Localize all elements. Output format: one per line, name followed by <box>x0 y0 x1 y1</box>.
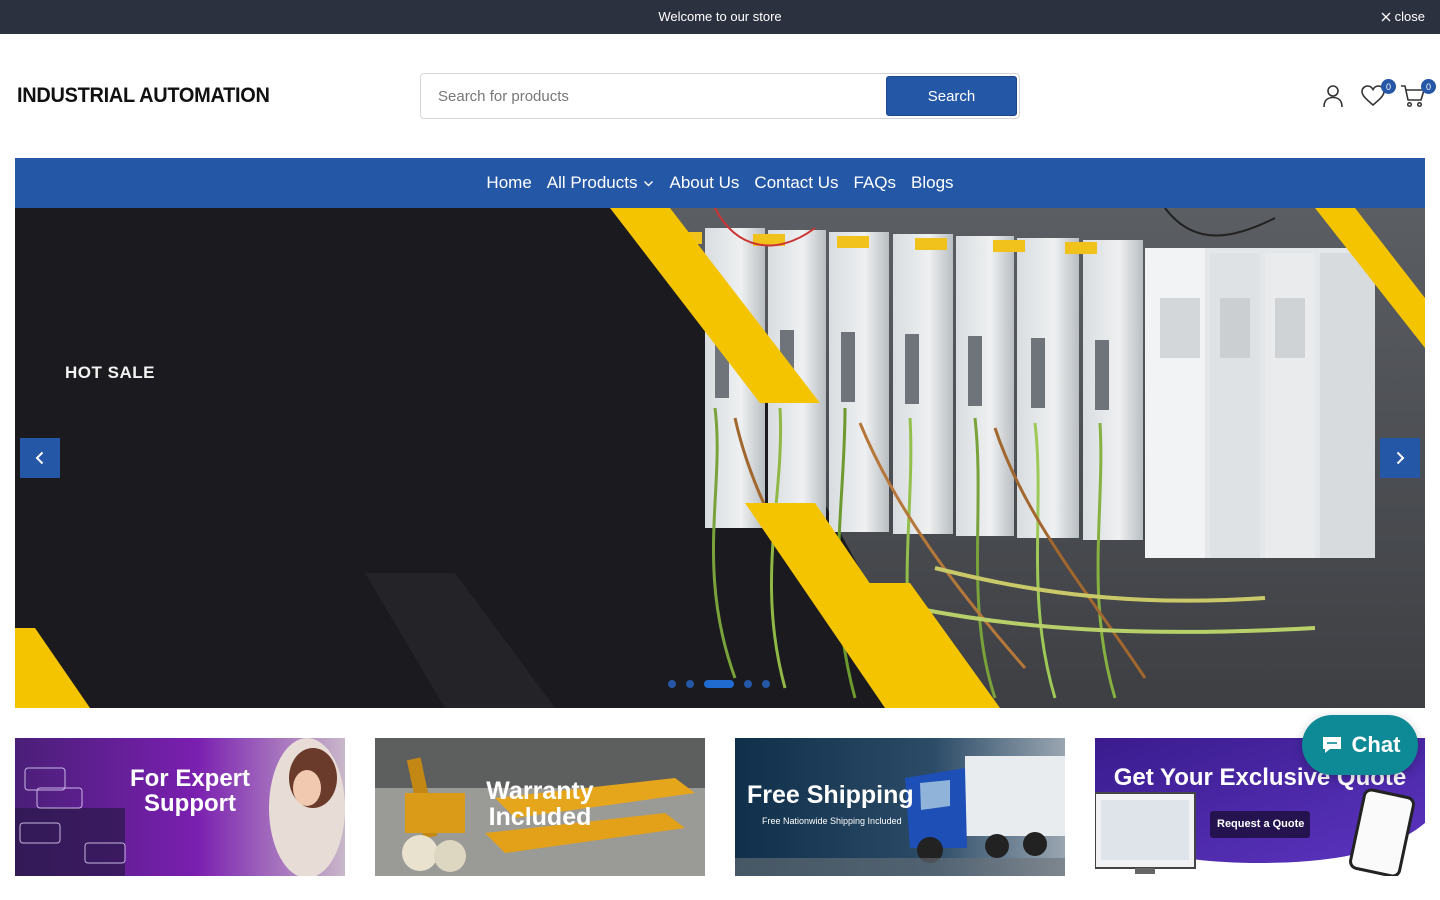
announcement-message: Welcome to our store <box>658 9 782 24</box>
account-button[interactable] <box>1320 83 1346 109</box>
nav-item-label: About Us <box>669 173 740 192</box>
nav-item-about-us[interactable]: About Us <box>662 173 747 193</box>
site-logo[interactable]: INDUSTRIAL AUTOMATION <box>17 84 270 108</box>
tile-heading-line1: For Expert <box>129 765 251 792</box>
promo-tile-expert-support[interactable]: For Expert Support <box>15 738 345 876</box>
tile-heading-line2: Included <box>488 803 592 832</box>
main-nav: Home All Products About Us Contact Us FA… <box>15 158 1425 208</box>
wishlist-button[interactable]: 0 <box>1360 79 1396 109</box>
nav-item-faqs[interactable]: FAQs <box>846 173 904 193</box>
slider-next-button[interactable] <box>1380 438 1420 478</box>
wishlist-count-badge: 0 <box>1381 79 1396 94</box>
nav-item-all-products[interactable]: All Products <box>539 173 662 193</box>
request-quote-button[interactable]: Request a Quote <box>1217 818 1304 830</box>
slider-dot[interactable] <box>744 680 752 688</box>
chat-label: Chat <box>1351 732 1401 757</box>
chat-icon <box>1322 737 1341 753</box>
chevron-down-icon <box>644 180 654 186</box>
slider-dot[interactable] <box>686 680 694 688</box>
nav-item-blogs[interactable]: Blogs <box>904 173 962 193</box>
hero-image <box>15 208 1425 708</box>
tile-heading-line2: Support <box>144 790 236 818</box>
slider-prev-button[interactable] <box>20 438 60 478</box>
nav-item-label: All Products <box>546 173 638 192</box>
nav-item-contact-us[interactable]: Contact Us <box>747 173 846 193</box>
announcement-close-label: close <box>1394 9 1425 24</box>
hero-title: HOT SALE <box>65 363 155 382</box>
nav-item-label: Home <box>486 173 532 192</box>
nav-item-label: Blogs <box>911 173 954 192</box>
account-icon <box>1323 85 1343 108</box>
cart-button[interactable]: 0 <box>1400 79 1436 109</box>
tile-heading-line1: Warranty <box>486 777 594 805</box>
slider-dot[interactable] <box>762 680 770 688</box>
search-button[interactable]: Search <box>886 76 1017 116</box>
slider-dot[interactable] <box>668 680 676 688</box>
close-icon <box>1381 12 1391 21</box>
slider-dot-active[interactable] <box>704 680 734 688</box>
tile-heading: Free Shipping <box>747 781 914 809</box>
cart-count-badge: 0 <box>1421 79 1436 94</box>
promo-tile-warranty[interactable]: Warranty Included <box>375 738 705 876</box>
search-bar: Search <box>420 73 1020 119</box>
slider-dots <box>668 680 770 688</box>
nav-item-label: FAQs <box>853 173 897 192</box>
chat-button[interactable]: Chat <box>1302 715 1418 775</box>
chevron-left-icon <box>35 451 44 465</box>
hero-slider: HOT SALE <box>15 208 1425 708</box>
chevron-right-icon <box>1396 451 1405 465</box>
promo-tile-free-shipping[interactable]: Free Shipping Free Nationwide Shipping I… <box>735 738 1065 876</box>
search-input[interactable] <box>421 74 881 118</box>
announcement-close-button[interactable]: close <box>1381 9 1425 24</box>
nav-item-label: Contact Us <box>754 173 839 192</box>
announcement-bar: Welcome to our store close <box>0 0 1440 34</box>
nav-item-home[interactable]: Home <box>479 173 539 193</box>
tile-subheading: Free Nationwide Shipping Included <box>762 816 902 826</box>
